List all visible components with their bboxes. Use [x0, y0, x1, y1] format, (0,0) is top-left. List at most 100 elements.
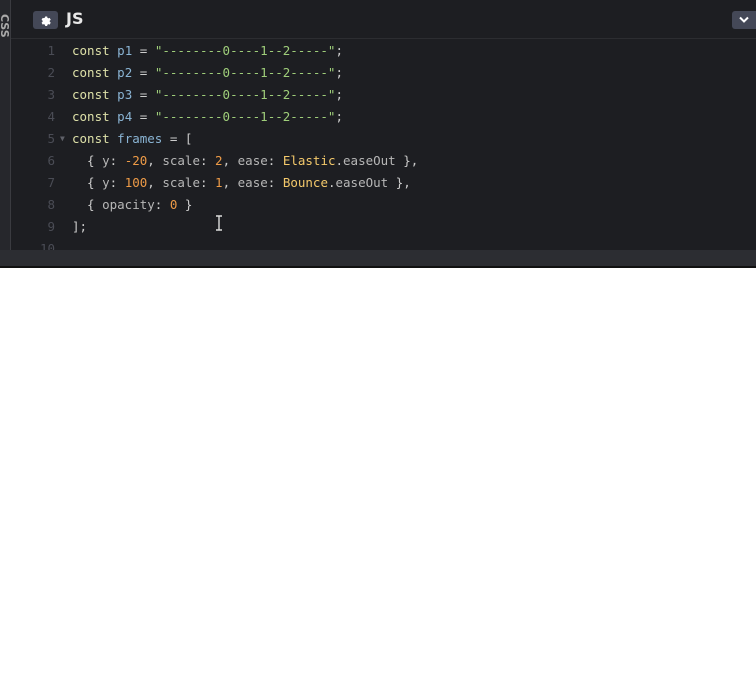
collapse-panel-button[interactable]: [732, 11, 756, 29]
code-token: const: [72, 87, 110, 102]
code-token: :: [109, 153, 125, 168]
js-panel-header: JS: [11, 0, 756, 39]
code-token: p4: [117, 109, 133, 124]
code-line[interactable]: 10: [11, 238, 756, 250]
code-token: .: [335, 153, 344, 168]
code-token: ];: [72, 219, 88, 234]
code-token: }: [177, 197, 193, 212]
code-token: :: [154, 197, 170, 212]
code-token: "--------0----1--2-----": [154, 65, 336, 80]
code-token: scale: [162, 153, 200, 168]
line-number: 6: [47, 153, 55, 168]
code-editor[interactable]: 1 const p1 = "--------0----1--2-----"; 2 co…: [11, 40, 756, 250]
gear-icon: [41, 15, 51, 26]
code-token: const: [72, 43, 110, 58]
code-token: "--------0----1--2-----": [154, 43, 336, 58]
line-number: 2: [47, 65, 55, 80]
code-token: 100: [124, 175, 148, 190]
panel-resize-bar[interactable]: [0, 250, 756, 268]
code-line[interactable]: 1 const p1 = "--------0----1--2-----";: [11, 40, 756, 62]
code-text: const p4 = "--------0----1--2-----";: [72, 106, 343, 128]
code-token: ,: [222, 175, 238, 190]
code-token: y: [102, 153, 110, 168]
code-text: const p1 = "--------0----1--2-----";: [72, 40, 343, 62]
code-token: y: [102, 175, 110, 190]
code-line[interactable]: 4 const p4 = "--------0----1--2-----";: [11, 106, 756, 128]
code-token: opacity: [102, 197, 155, 212]
chevron-down-icon: [739, 16, 749, 23]
line-number: 3: [47, 87, 55, 102]
code-text: { y: 100, scale: 1, ease: Bounce.easeOut…: [72, 172, 411, 194]
css-panel-label: CSS: [0, 14, 11, 38]
editor-area: CSS JS 1 const p1 = "--------0----1--2---…: [0, 0, 756, 268]
code-token: =: [132, 43, 155, 58]
js-panel: JS 1 const p1 = "--------0----1--2-----";…: [11, 0, 756, 250]
code-token: Elastic: [282, 153, 336, 168]
code-token: p3: [117, 87, 133, 102]
code-token: },: [388, 175, 411, 190]
code-token: ;: [335, 87, 343, 102]
line-number: 9: [47, 219, 55, 234]
code-line[interactable]: 2 const p2 = "--------0----1--2-----";: [11, 62, 756, 84]
code-text: const p2 = "--------0----1--2-----";: [72, 62, 343, 84]
code-text: ];: [72, 216, 87, 238]
code-line[interactable]: 5 ▼ const frames = [: [11, 128, 756, 150]
code-line[interactable]: 8 { opacity: 0 }: [11, 194, 756, 216]
code-token: =: [132, 65, 155, 80]
code-token: const: [72, 131, 110, 146]
code-token: ,: [222, 153, 238, 168]
code-token: },: [395, 153, 419, 168]
code-text: { opacity: 0 }: [72, 194, 192, 216]
line-number: 5: [47, 131, 55, 146]
code-token: p1: [117, 43, 133, 58]
code-token: -20: [124, 153, 148, 168]
fold-arrow-icon[interactable]: ▼: [60, 128, 65, 150]
code-token: "--------0----1--2-----": [154, 109, 336, 124]
settings-button[interactable]: [33, 11, 58, 29]
code-token: :: [199, 153, 216, 168]
code-token: ,: [147, 175, 163, 190]
code-text: { y: -20, scale: 2, ease: Elastic.easeOu…: [72, 150, 418, 172]
code-text: const frames = [: [72, 128, 192, 150]
code-token: frames: [117, 131, 163, 146]
code-token: const: [72, 109, 110, 124]
code-token: easeOut: [343, 153, 396, 168]
code-token: ;: [335, 43, 343, 58]
line-number: 1: [47, 43, 55, 58]
code-token: :: [109, 175, 125, 190]
code-token: ease: [237, 153, 268, 168]
line-number: 8: [47, 197, 55, 212]
code-token: {: [72, 153, 103, 168]
code-token: ;: [335, 109, 343, 124]
line-number: 7: [47, 175, 55, 190]
code-token: =: [132, 109, 155, 124]
panel-title: JS: [66, 9, 84, 28]
code-token: = [: [162, 131, 193, 146]
code-token: :: [267, 175, 283, 190]
code-token: {: [72, 197, 103, 212]
code-token: const: [72, 65, 110, 80]
code-token: 1: [215, 175, 223, 190]
code-token: :: [267, 153, 283, 168]
code-token: ;: [335, 65, 343, 80]
code-line[interactable]: 9];: [11, 216, 756, 238]
code-token: =: [132, 87, 155, 102]
line-number: 10: [39, 241, 55, 250]
css-panel-collapsed[interactable]: CSS: [0, 0, 11, 250]
code-token: scale: [162, 175, 200, 190]
code-token: Bounce: [282, 175, 328, 190]
code-token: ,: [147, 153, 163, 168]
code-line[interactable]: 6 { y: -20, scale: 2, ease: Elastic.ease…: [11, 150, 756, 172]
code-token: ease: [237, 175, 268, 190]
text-cursor-icon: [216, 215, 222, 231]
code-token: 2: [215, 153, 223, 168]
code-text: const p3 = "--------0----1--2-----";: [72, 84, 343, 106]
code-line[interactable]: 3 const p3 = "--------0----1--2-----";: [11, 84, 756, 106]
code-token: .: [327, 175, 336, 190]
code-token: p2: [117, 65, 133, 80]
code-token: :: [199, 175, 216, 190]
code-token: {: [72, 175, 103, 190]
code-token: easeOut: [335, 175, 389, 190]
code-token: "--------0----1--2-----": [154, 87, 336, 102]
code-line[interactable]: 7 { y: 100, scale: 1, ease: Bounce.easeO…: [11, 172, 756, 194]
